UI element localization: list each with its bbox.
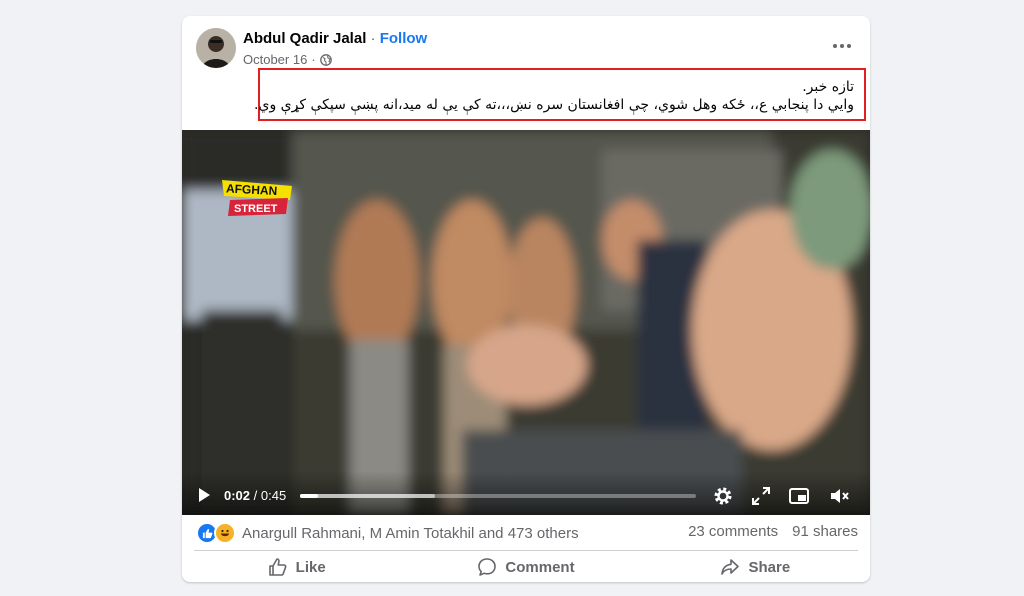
video-controls: 0:02 / 0:45 [182, 471, 870, 515]
post-meta: October 16 · [243, 52, 332, 67]
reactors-text[interactable]: Anargull Rahmani, M Amin Totakhil and 47… [242, 525, 579, 542]
globe-icon[interactable] [319, 53, 332, 66]
share-label: Share [748, 558, 791, 576]
video-time: 0:02 / 0:45 [224, 488, 286, 503]
comments-count[interactable]: 23 comments [688, 523, 778, 540]
comment-label: Comment [505, 558, 575, 576]
follow-button[interactable]: Follow [380, 30, 428, 47]
time-separator: / [250, 488, 261, 503]
fullscreen-icon[interactable] [750, 485, 772, 507]
mute-icon[interactable] [828, 485, 850, 507]
play-icon[interactable] [196, 487, 212, 503]
share-icon [721, 559, 740, 575]
post-card: Abdul Qadir Jalal · Follow October 16 · … [182, 16, 870, 582]
watermark-line-1: AFGHAN [226, 181, 278, 198]
settings-icon[interactable] [712, 485, 734, 507]
like-button[interactable]: Like [182, 552, 411, 582]
avatar[interactable] [196, 28, 236, 68]
comment-icon [478, 558, 497, 576]
divider [194, 550, 858, 551]
meta-separator: · [311, 52, 316, 67]
video-player[interactable]: AFGHAN STREET 0:02 / 0:45 [182, 130, 870, 515]
reactions-summary: Anargull Rahmani, M Amin Totakhil and 47… [196, 522, 579, 544]
share-button[interactable]: Share [641, 552, 870, 582]
like-icon [268, 558, 287, 576]
buffer-bar [300, 494, 435, 498]
like-label: Like [295, 558, 326, 576]
duration: 0:45 [260, 488, 287, 503]
post-text-highlight: تازه خبر. وایي دا پنجابي ع،، ځکه وهل شوي… [254, 68, 866, 121]
comment-button[interactable]: Comment [411, 552, 640, 582]
afghan-street-logo: AFGHAN STREET [222, 180, 292, 216]
header-separator: · [370, 30, 376, 47]
action-bar: Like Comment Share [182, 552, 870, 582]
author-name[interactable]: Abdul Qadir Jalal [243, 30, 366, 47]
watermark-line-2: STREET [234, 203, 278, 215]
shares-count[interactable]: 91 shares [792, 523, 858, 540]
current-time: 0:02 [224, 488, 251, 503]
haha-reaction-icon[interactable] [214, 522, 236, 544]
progress-bar[interactable] [300, 494, 696, 498]
progress-fill [300, 494, 318, 498]
post-text-line-2: وایي دا پنجابي ع،، ځکه وهل شوي، چې افغان… [254, 97, 854, 113]
post-text-line-1: تازه خبر. [802, 79, 854, 95]
more-horizontal-icon[interactable] [830, 36, 854, 56]
engagement-counts: 23 comments 91 shares [688, 523, 858, 540]
picture-in-picture-icon[interactable] [788, 485, 810, 507]
post-header: Abdul Qadir Jalal · Follow [243, 30, 427, 47]
post-date[interactable]: October 16 [243, 52, 307, 67]
